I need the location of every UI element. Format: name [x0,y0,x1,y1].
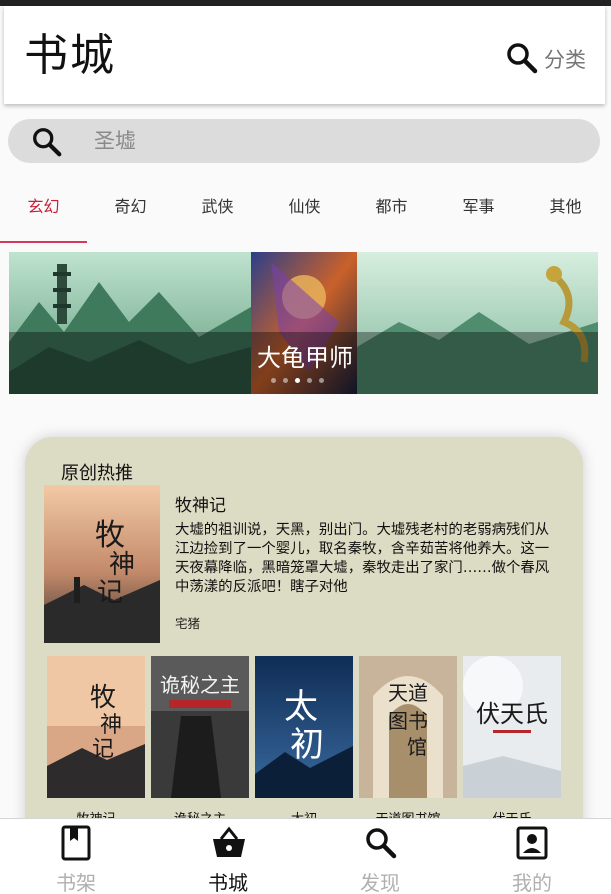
svg-text:图书: 图书 [388,709,428,733]
featured-card: 原创热推 牧 神 记 牧神记 大墟的祖训说，天黑，别出门。大墟残老村的老弱病残们… [25,437,583,857]
book-item[interactable]: 诡秘之主 诡秘之主 [151,656,249,827]
banner-dots [271,378,324,383]
book-item[interactable]: 天道 图书 馆 天道图书馆 [359,656,457,827]
carousel-dot[interactable] [283,378,288,383]
book-cover: 太 初 [255,656,353,798]
featured-book-description: 大墟的祖训说，天黑，别出门。大墟残老村的老弱病残们从江边捡到了一个婴儿，取名秦牧… [175,522,550,595]
svg-text:神: 神 [100,713,122,738]
svg-text:太: 太 [284,687,318,727]
carousel-dot[interactable] [307,378,312,383]
app-header: 书城 分类 [4,6,605,104]
svg-text:初: 初 [290,725,324,765]
tab-dushi[interactable]: 都市 [348,180,435,236]
carousel-dot[interactable] [295,378,300,383]
book-cover: 天道 图书 馆 [359,656,457,798]
svg-text:馆: 馆 [407,735,427,759]
book-item[interactable]: 太 初 太初 [255,656,353,827]
basket-icon [213,826,245,857]
section-title: 原创热推 [61,463,133,484]
nav-discover[interactable]: 发现 [304,819,456,894]
nav-bookstore[interactable]: 书城 [152,819,304,894]
nav-bookshelf[interactable]: 书架 [0,819,152,894]
svg-text:牧: 牧 [95,518,125,553]
svg-text:天道: 天道 [388,681,428,705]
book-cover: 伏天氏 [463,656,561,798]
nav-label: 书架 [56,871,96,894]
profile-icon [516,826,548,860]
category-tabs: 玄幻 奇幻 武侠 仙侠 都市 军事 其他 [0,180,611,244]
page-title: 书城 [24,30,116,81]
search-icon [366,828,397,859]
nav-label: 发现 [360,871,400,894]
featured-book-author: 宅猪 [175,616,201,631]
bottom-nav: 书架 书城 发现 我的 [0,818,611,894]
category-button[interactable]: 分类 [544,44,586,74]
banner-caption: 大龟甲师 [257,344,353,372]
featured-book-title[interactable]: 牧神记 [175,491,226,516]
svg-text:神: 神 [109,550,135,580]
carousel-dot[interactable] [319,378,324,383]
nav-label: 书城 [208,871,248,894]
featured-book-cover[interactable]: 牧 神 记 [44,485,160,643]
banner-carousel[interactable]: 大龟甲师 [9,252,598,394]
tab-xuanhuan[interactable]: 玄幻 [0,180,87,236]
tab-qihuan[interactable]: 奇幻 [87,180,174,236]
tab-xianxia[interactable]: 仙侠 [261,180,348,236]
book-item[interactable]: 伏天氏 伏天氏 [463,656,561,827]
book-icon [61,825,91,861]
search-input[interactable] [94,125,574,157]
tab-indicator [0,241,87,243]
search-icon [33,128,62,157]
tab-qita[interactable]: 其他 [522,180,609,236]
svg-text:牧: 牧 [90,683,116,713]
search-icon[interactable] [504,40,540,76]
nav-label: 我的 [512,871,552,894]
svg-text:记: 记 [97,578,123,608]
carousel-dot[interactable] [271,378,276,383]
app-root: 书城 分类 玄幻 奇幻 武侠 仙侠 都市 军事 其他 [0,0,611,894]
svg-text:记: 记 [92,737,114,762]
tab-junshi[interactable]: 军事 [435,180,522,236]
book-item[interactable]: 牧 神 记 牧神记 [47,656,145,827]
book-cover: 牧 神 记 [47,656,145,798]
tab-wuxia[interactable]: 武侠 [174,180,261,236]
book-cover: 诡秘之主 [151,656,249,798]
nav-profile[interactable]: 我的 [456,819,608,894]
svg-text:诡秘之主: 诡秘之主 [160,673,240,697]
search-bar[interactable] [8,119,600,163]
svg-text:伏天氏: 伏天氏 [476,700,548,728]
